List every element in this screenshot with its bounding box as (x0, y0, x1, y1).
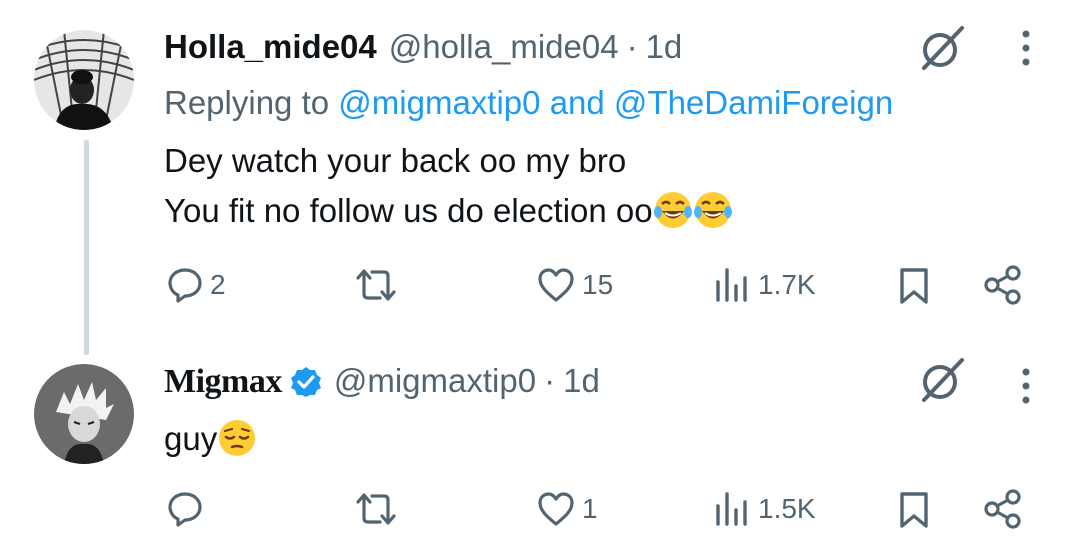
bookmark-icon (900, 492, 928, 528)
like-count: 15 (582, 269, 614, 300)
like-count: 1 (582, 493, 598, 524)
view-count: 1.7K (758, 269, 816, 300)
bookmark-icon (900, 268, 928, 304)
like-button[interactable]: 1 (536, 490, 598, 528)
tweet-migmax[interactable]: Migmax @migmaxtip0 · 1d guy 1 1.5K (0, 330, 1080, 541)
avatar[interactable] (34, 30, 134, 130)
reply-button[interactable] (166, 490, 210, 528)
grok-icon[interactable] (918, 356, 966, 404)
replying-to: Replying to @migmaxtip0 and @TheDamiFore… (164, 84, 893, 122)
share-icon (984, 489, 1021, 529)
views-button[interactable]: 1.7K (712, 266, 816, 304)
reply-button[interactable]: 2 (166, 266, 226, 304)
share-button[interactable] (982, 264, 1024, 306)
share-icon (984, 265, 1021, 305)
separator-dot: · (544, 362, 556, 399)
grok-icon[interactable] (918, 24, 966, 72)
tweet-text-line-1: Dey watch your back oo my bro (164, 142, 627, 179)
replying-prefix: Replying to (164, 84, 330, 121)
user-handle[interactable]: @holla_mide04 (389, 28, 619, 66)
reply-icon (168, 492, 202, 527)
avatar[interactable] (34, 364, 134, 464)
more-options-icon[interactable] (1020, 366, 1032, 406)
like-button[interactable]: 15 (536, 266, 613, 304)
reply-and: and (549, 84, 605, 121)
reply-count: 2 (210, 269, 226, 300)
timestamp[interactable]: 1d (646, 28, 683, 66)
reply-mention-1[interactable]: @migmaxtip0 (338, 84, 540, 121)
separator-dot: · (626, 28, 638, 65)
tweet-holla[interactable]: Holla_mide04 @holla_mide04 · 1d Replying… (0, 0, 1080, 330)
view-count: 1.5K (758, 493, 816, 524)
views-icon (716, 492, 747, 526)
repost-icon (356, 493, 396, 525)
timestamp[interactable]: 1d (563, 362, 600, 400)
display-name[interactable]: Migmax (164, 363, 282, 401)
verified-badge-icon (290, 366, 321, 397)
pensive-face-emoji (219, 420, 256, 457)
user-handle[interactable]: @migmaxtip0 (334, 362, 536, 400)
tweet-header: Migmax @migmaxtip0 · 1d (164, 362, 600, 401)
tweet-header: Holla_mide04 @holla_mide04 · 1d (164, 28, 682, 66)
tweet-text: guy (164, 420, 257, 458)
reply-icon (168, 268, 202, 303)
more-options-icon[interactable] (1020, 28, 1032, 68)
tweet-text-line-2: You fit no follow us do election oo (164, 192, 733, 230)
repost-icon (356, 269, 396, 301)
heart-icon (538, 492, 574, 526)
laughing-tears-emoji (693, 192, 732, 229)
bookmark-button[interactable] (896, 266, 932, 306)
repost-button[interactable] (354, 266, 404, 304)
thread-line (84, 140, 89, 355)
reply-mention-2[interactable]: @TheDamiForeign (614, 84, 893, 121)
display-name[interactable]: Holla_mide04 (164, 28, 377, 66)
views-button[interactable]: 1.5K (712, 490, 816, 528)
repost-button[interactable] (354, 490, 404, 528)
tweet-text-line-2-text: You fit no follow us do election oo (164, 192, 653, 229)
bookmark-button[interactable] (896, 490, 932, 530)
heart-icon (538, 268, 574, 302)
share-button[interactable] (982, 488, 1024, 530)
views-icon (716, 268, 747, 302)
tweet-text-content: guy (164, 420, 218, 457)
laughing-tears-emoji (653, 192, 692, 229)
